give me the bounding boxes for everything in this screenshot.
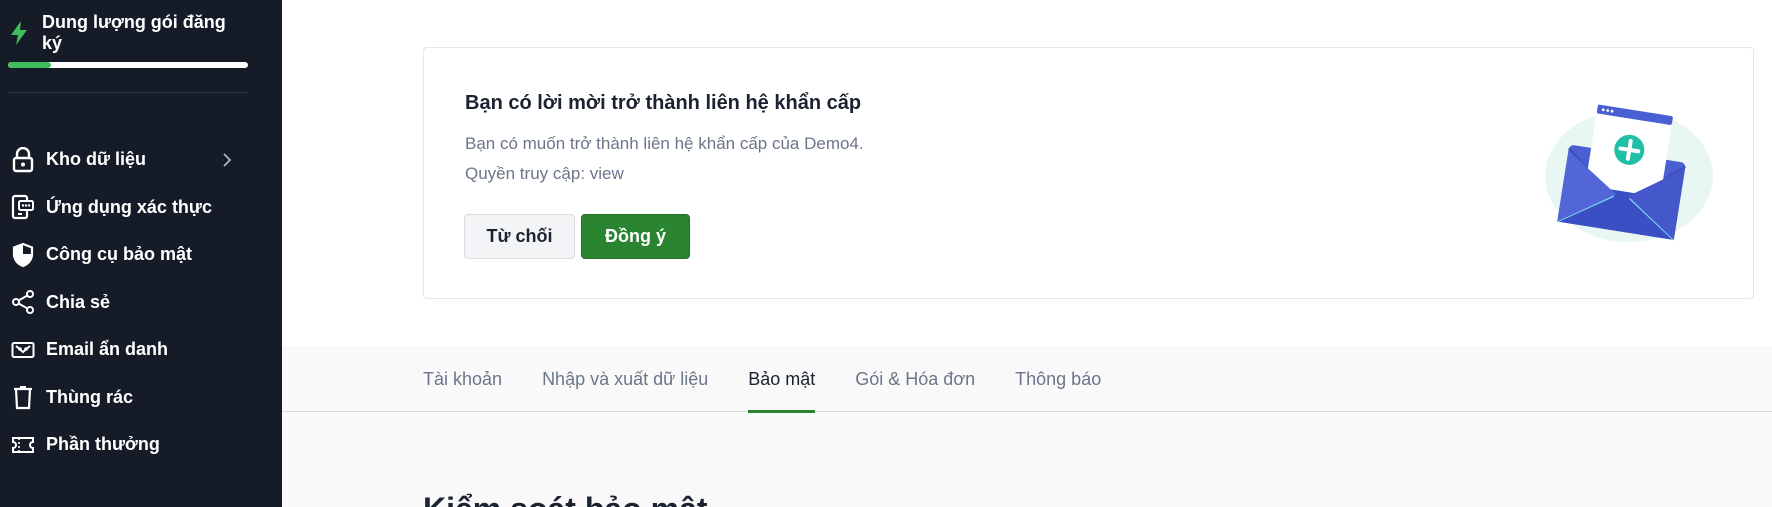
plan-progress-bar bbox=[8, 62, 248, 68]
trash-icon bbox=[10, 384, 36, 410]
sidebar-item-label: Công cụ bảo mật bbox=[46, 244, 193, 265]
sidebar-divider bbox=[8, 92, 248, 93]
sidebar-item-label: Thùng rác bbox=[46, 386, 134, 407]
invite-access-level: Quyền truy cập: view bbox=[465, 164, 624, 183]
tab-security[interactable]: Bảo mật bbox=[748, 346, 816, 413]
sidebar-item-label: Phần thưởng bbox=[46, 434, 160, 455]
sidebar-item-label: Ứng dụng xác thực bbox=[46, 196, 212, 217]
settings-tabs: Tài khoản Nhập và xuất dữ liệu Bảo mật G… bbox=[423, 346, 1141, 413]
ticket-icon bbox=[10, 432, 36, 458]
decline-button[interactable]: Từ chối bbox=[464, 214, 575, 259]
sidebar-item-label: Email ẩn danh bbox=[46, 339, 169, 360]
bolt-icon bbox=[8, 20, 30, 46]
tab-notifications[interactable]: Thông báo bbox=[1015, 346, 1101, 412]
main-content: Bạn có lời mời trở thành liên hệ khẩn cấ… bbox=[282, 0, 1772, 507]
sidebar-item-trash[interactable]: Thùng rác bbox=[0, 374, 282, 422]
accept-button[interactable]: Đồng ý bbox=[581, 214, 690, 259]
sidebar-item-security-tools[interactable]: Công cụ bảo mật bbox=[0, 231, 282, 279]
settings-tabs-bar: Tài khoản Nhập và xuất dữ liệu Bảo mật G… bbox=[282, 346, 1772, 413]
sidebar-item-label: Chia sẻ bbox=[46, 291, 111, 312]
invite-title: Bạn có lời mời trở thành liên hệ khẩn cấ… bbox=[465, 92, 862, 114]
sidebar-item-label: Kho dữ liệu bbox=[46, 149, 147, 170]
plan-title: Dung lượng gói đăng ký bbox=[42, 12, 226, 53]
emergency-contact-invite-card: Bạn có lời mời trở thành liên hệ khẩn cấ… bbox=[423, 47, 1754, 299]
sidebar-item-vault[interactable]: Kho dữ liệu bbox=[0, 136, 282, 184]
invite-description: Bạn có muốn trở thành liên hệ khẩn cấp c… bbox=[465, 134, 864, 153]
security-section: Kiểm soát bảo mật bbox=[282, 413, 1772, 507]
authenticator-icon bbox=[10, 194, 36, 220]
sidebar-item-sharing[interactable]: Chia sẻ bbox=[0, 279, 282, 327]
sidebar: Dung lượng gói đăng ký Kho dữ liệu Ứng d… bbox=[0, 0, 282, 507]
envelope-plus-icon bbox=[1537, 100, 1713, 248]
plan-progress-fill bbox=[8, 62, 52, 68]
shield-icon bbox=[10, 242, 36, 268]
lock-icon bbox=[10, 146, 36, 173]
sidebar-nav: Kho dữ liệu Ứng dụng xác thực Công cụ bả… bbox=[0, 136, 282, 469]
masked-email-icon bbox=[10, 337, 36, 363]
tab-plans-billing[interactable]: Gói & Hóa đơn bbox=[855, 346, 975, 412]
sidebar-item-authenticator[interactable]: Ứng dụng xác thực bbox=[0, 184, 282, 232]
sidebar-item-masked-email[interactable]: Email ẩn danh bbox=[0, 326, 282, 374]
sidebar-item-rewards[interactable]: Phần thưởng bbox=[0, 421, 282, 469]
section-title: Kiểm soát bảo mật bbox=[423, 491, 708, 507]
share-icon bbox=[10, 289, 36, 315]
tab-account[interactable]: Tài khoản bbox=[423, 346, 502, 412]
chevron-right-icon bbox=[222, 148, 236, 172]
tab-import-export[interactable]: Nhập và xuất dữ liệu bbox=[542, 346, 708, 412]
plan-usage[interactable]: Dung lượng gói đăng ký bbox=[8, 12, 248, 68]
